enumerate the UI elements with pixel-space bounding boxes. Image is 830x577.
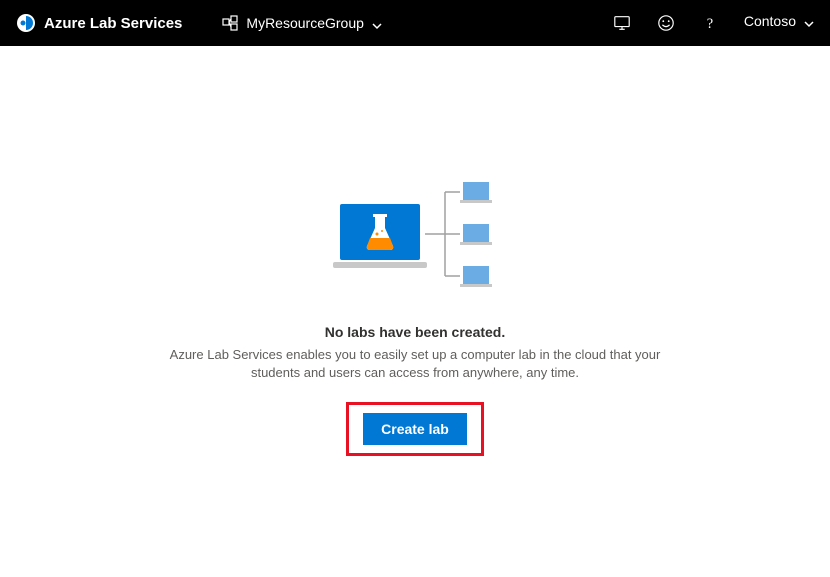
chevron-down-icon — [804, 16, 814, 26]
main-content: No labs have been created. Azure Lab Ser… — [0, 46, 830, 456]
highlight-annotation: Create lab — [346, 402, 484, 456]
help-icon[interactable]: ? — [700, 13, 720, 33]
brand-name: Azure Lab Services — [44, 15, 182, 32]
brand[interactable]: Azure Lab Services — [16, 13, 182, 33]
svg-text:?: ? — [707, 16, 713, 31]
empty-state-description: Azure Lab Services enables you to easily… — [145, 346, 685, 382]
top-bar-right-section: ? Contoso — [612, 13, 814, 33]
tenant-label: Contoso — [744, 13, 796, 29]
top-navigation-bar: Azure Lab Services MyResourceGroup — [0, 0, 830, 46]
azure-lab-services-logo-icon — [16, 13, 36, 33]
resource-group-label: MyResourceGroup — [246, 15, 364, 31]
monitor-icon[interactable] — [612, 13, 632, 33]
empty-state-illustration-icon — [325, 176, 505, 296]
empty-state-title: No labs have been created. — [325, 324, 506, 340]
feedback-icon[interactable] — [656, 13, 676, 33]
resource-group-dropdown[interactable]: MyResourceGroup — [222, 15, 382, 31]
chevron-down-icon — [372, 18, 382, 28]
create-lab-button[interactable]: Create lab — [363, 413, 467, 445]
resource-group-icon — [222, 15, 238, 31]
tenant-dropdown[interactable]: Contoso — [744, 13, 814, 33]
